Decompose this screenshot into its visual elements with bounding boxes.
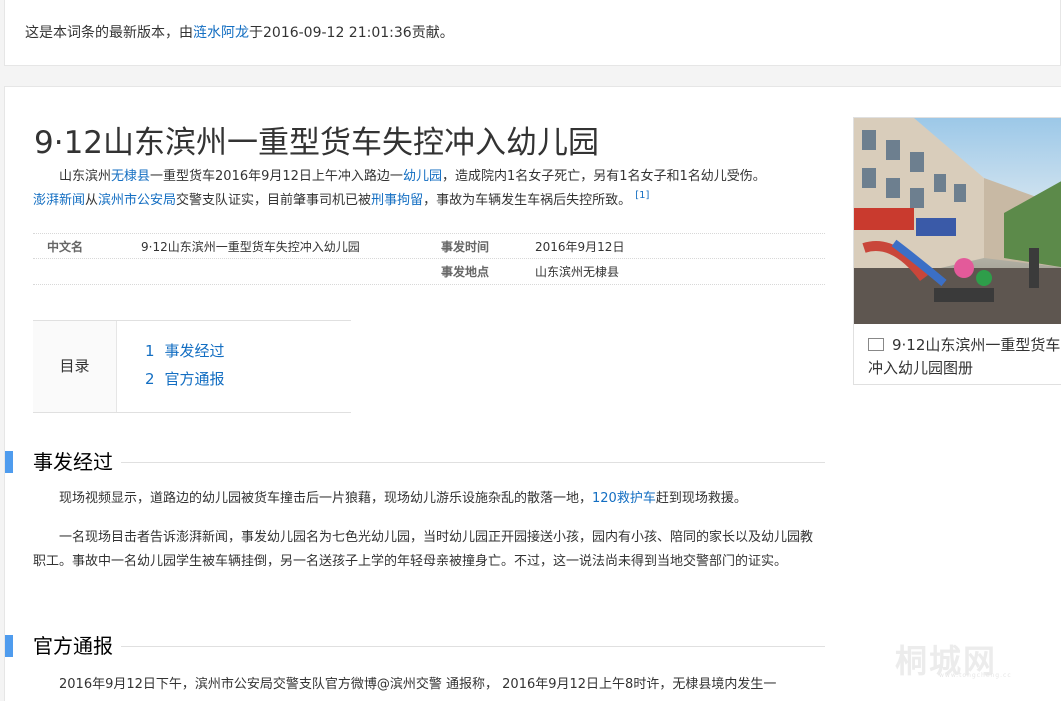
toc-item-official[interactable]: 2 官方通报 — [145, 368, 225, 389]
album-caption[interactable]: 9·12山东滨州一重型货车冲入幼儿园图册 — [868, 334, 1061, 380]
toc-label: 官方通报 — [164, 370, 225, 388]
section-title: 官方通报 — [33, 631, 121, 661]
album-cover-photo[interactable] — [854, 118, 1061, 324]
section-marker — [5, 451, 13, 473]
article-summary: 山东滨州无棣县一重型货车2016年9月12日上午冲入路边一幼儿园，造成院内1名女… — [33, 165, 823, 213]
paragraph-text: 现场视频显示，道路边的幼儿园被货车撞击后一片狼藉，现场幼儿游乐设施杂乱的散落一地… — [59, 491, 593, 506]
info-value: 9·12山东滨州一重型货车失控冲入幼儿园 — [141, 240, 360, 254]
section-marker — [5, 635, 13, 657]
section-divider — [33, 646, 825, 647]
toc-title: 目录 — [33, 321, 117, 412]
section-title: 事发经过 — [33, 447, 121, 477]
link-thepaper[interactable]: 澎湃新闻 — [33, 193, 85, 208]
infobox-row: 中文名 9·12山东滨州一重型货车失控冲入幼儿园 事发时间 2016年9月12日 — [33, 233, 825, 259]
summary-text: 山东滨州 — [59, 169, 112, 184]
link-kindergarten[interactable]: 幼儿园 — [403, 169, 442, 184]
section-heading-incident: 事发经过 — [5, 447, 825, 477]
version-suffix: 于2016-09-12 21:01:36贡献。 — [249, 25, 454, 41]
paragraph: 现场视频显示，道路边的幼儿园被货车撞击后一片狼藉，现场幼儿游乐设施杂乱的散落一地… — [33, 487, 823, 511]
link-criminal-detention[interactable]: 刑事拘留 — [371, 193, 423, 208]
site-watermark: 桐城网 www.tongcheng.cc — [895, 636, 1011, 682]
section-heading-official: 官方通报 — [5, 631, 825, 661]
link-binzhou-police[interactable]: 滨州市公安局 — [98, 193, 176, 208]
summary-text: 一重型货车2016年9月12日上午冲入路边一 — [150, 169, 403, 184]
photo-album[interactable]: 9·12山东滨州一重型货车冲入幼儿园图册 — [853, 117, 1061, 385]
toc-label: 事发经过 — [164, 342, 225, 360]
toc-item-incident[interactable]: 1 事发经过 — [145, 340, 225, 361]
info-value: 山东滨州无棣县 — [535, 265, 620, 279]
summary-text: ，造成院内1名女子死亡，另有1名女子和1名幼儿受伤。 — [441, 169, 766, 184]
paragraph-text: 赶到现场救援。 — [655, 491, 747, 506]
section-divider — [33, 462, 825, 463]
album-caption-text: 9·12山东滨州一重型货车冲入幼儿园图册 — [868, 336, 1061, 377]
paragraph: 2016年9月12日下午，滨州市公安局交警支队官方微博@滨州交警 通报称， 20… — [59, 677, 777, 692]
info-value: 2016年9月12日 — [535, 240, 625, 254]
version-notice: 这是本词条的最新版本，由涟水阿龙于2016-09-12 21:01:36贡献。 — [4, 0, 1061, 66]
contributor-link[interactable]: 涟水阿龙 — [193, 25, 249, 41]
reference-link[interactable]: [1] — [635, 190, 649, 201]
version-prefix: 这是本词条的最新版本，由 — [25, 25, 193, 41]
info-key: 事发时间 — [441, 240, 490, 254]
summary-text: 从 — [85, 193, 99, 208]
summary-text: ，事故为车辆发生车祸后失控所致。 — [423, 193, 632, 208]
summary-text: 交警支队证实，目前肇事司机已被 — [176, 193, 372, 208]
info-key: 中文名 — [47, 240, 84, 254]
info-key: 事发地点 — [441, 265, 490, 279]
toc-number: 2 — [145, 370, 155, 388]
link-wudi-county[interactable]: 无棣县 — [111, 169, 150, 184]
table-of-contents: 目录 1 事发经过 2 官方通报 — [33, 320, 351, 413]
page-title: 9·12山东滨州一重型货车失控冲入幼儿园 — [34, 125, 600, 161]
street-scene-image — [854, 118, 1061, 324]
toc-number: 1 — [145, 342, 155, 360]
article-main: 9·12山东滨州一重型货车失控冲入幼儿园 山东滨州无棣县一重型货车2016年9月… — [4, 86, 1061, 701]
infobox: 中文名 9·12山东滨州一重型货车失控冲入幼儿园 事发时间 2016年9月12日… — [33, 233, 825, 285]
image-icon — [868, 338, 884, 351]
watermark-url: www.tongcheng.cc — [939, 672, 1012, 679]
paragraph: 一名现场目击者告诉澎湃新闻，事发幼儿园名为七色光幼儿园，当时幼儿园正开园接送小孩… — [33, 530, 814, 569]
infobox-row: 事发地点 山东滨州无棣县 — [33, 259, 825, 285]
link-ambulance[interactable]: 120救护车 — [592, 491, 656, 506]
